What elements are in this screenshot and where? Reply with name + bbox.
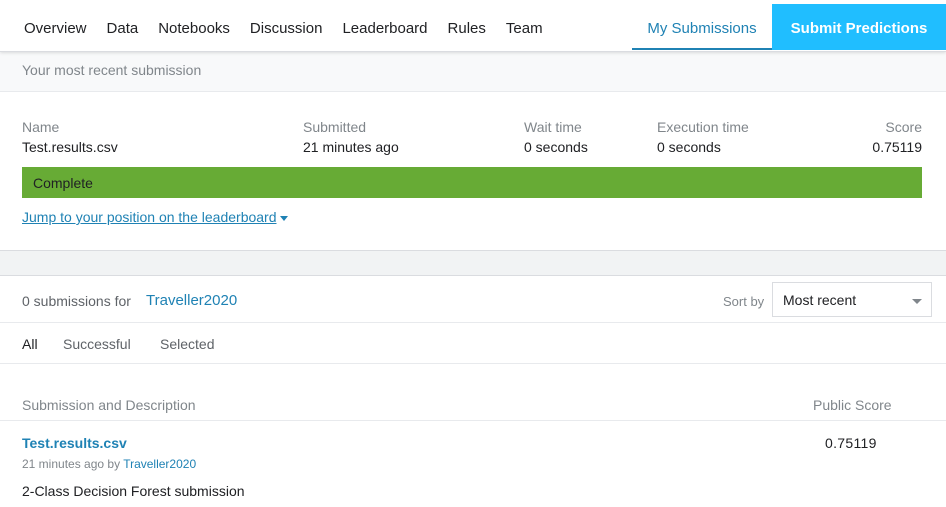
submitted-value: 21 minutes ago (303, 139, 399, 155)
wait-time-value: 0 seconds (524, 139, 588, 155)
submission-time: 21 minutes ago by (22, 457, 121, 471)
filter-all[interactable]: All (22, 336, 38, 352)
submission-user-link[interactable]: Traveller2020 (123, 457, 196, 471)
submission-file-link[interactable]: Test.results.csv (22, 435, 127, 451)
score-label: Score (885, 119, 922, 135)
chevron-down-icon (912, 299, 922, 304)
top-nav: Overview Data Notebooks Discussion Leade… (0, 0, 946, 52)
sort-select[interactable]: Most recent (772, 282, 932, 317)
tab-overview[interactable]: Overview (14, 0, 97, 52)
jump-to-leaderboard-link[interactable]: Jump to your position on the leaderboard (22, 209, 288, 225)
submitted-label: Submitted (303, 119, 367, 135)
tab-team[interactable]: Team (496, 0, 553, 52)
submissions-summary: 0 submissions for Traveller2020 Sort by … (0, 275, 946, 323)
submission-public-score: 0.75119 (825, 435, 877, 451)
score-value: 0.75119 (872, 139, 922, 155)
filter-selected[interactable]: Selected (160, 336, 214, 352)
recent-submission-header: Your most recent submission (0, 52, 946, 92)
execution-time-value: 0 seconds (657, 139, 721, 155)
status-bar: Complete (22, 167, 922, 198)
execution-time-label: Execution time (657, 119, 749, 135)
tab-notebooks[interactable]: Notebooks (148, 0, 240, 52)
submit-predictions-button[interactable]: Submit Predictions (772, 4, 946, 50)
tab-rules[interactable]: Rules (438, 0, 496, 52)
column-public-score: Public Score (813, 397, 892, 413)
sort-select-value: Most recent (783, 292, 857, 308)
submissions-table-header: Submission and Description Public Score (0, 364, 946, 421)
tab-discussion[interactable]: Discussion (240, 0, 333, 52)
caret-down-icon (279, 215, 288, 221)
submission-filters: All Successful Selected (0, 323, 946, 364)
submission-meta: 21 minutes ago by Traveller2020 (22, 457, 196, 471)
wait-time-label: Wait time (524, 119, 582, 135)
tab-data[interactable]: Data (97, 0, 149, 52)
submission-description: 2-Class Decision Forest submission (22, 483, 245, 499)
name-label: Name (22, 119, 60, 135)
jump-link-label: Jump to your position on the leaderboard (22, 209, 277, 225)
sort-by-label: Sort by (723, 294, 765, 309)
tab-my-submissions[interactable]: My Submissions (632, 4, 772, 50)
tab-leaderboard[interactable]: Leaderboard (332, 0, 437, 52)
column-submission-description: Submission and Description (22, 397, 196, 413)
recent-submission-title: Your most recent submission (22, 62, 202, 78)
filter-successful[interactable]: Successful (63, 336, 131, 352)
competition-tabs: Overview Data Notebooks Discussion Leade… (14, 0, 553, 52)
section-gap (0, 251, 946, 275)
submissions-count: 0 submissions for (22, 293, 131, 309)
name-value: Test.results.csv (22, 139, 118, 155)
user-link[interactable]: Traveller2020 (146, 292, 237, 309)
status-text: Complete (33, 175, 93, 191)
